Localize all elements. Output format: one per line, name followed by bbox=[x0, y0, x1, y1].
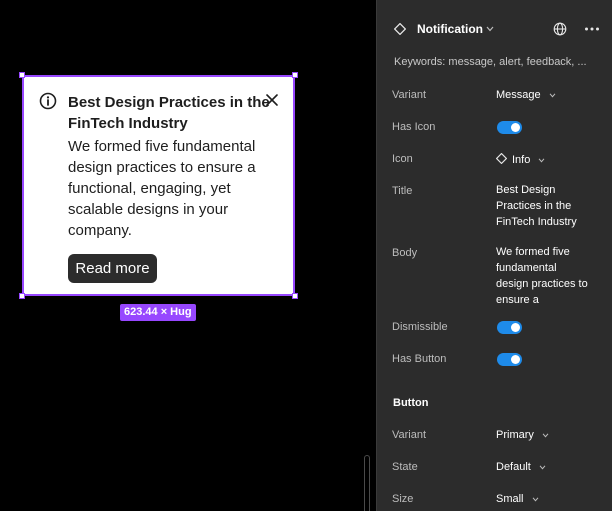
notification-body: We formed five fundamental design practi… bbox=[68, 138, 256, 239]
resize-handle-bottom-left[interactable] bbox=[19, 293, 25, 299]
title-value-field[interactable]: Best Design Practices in the FinTech Ind… bbox=[496, 182, 591, 230]
chevron-down-icon[interactable] bbox=[486, 26, 494, 32]
button-size-value: Small bbox=[496, 493, 524, 505]
chevron-down-icon bbox=[539, 465, 546, 470]
chevron-down-icon bbox=[549, 93, 556, 98]
chevron-down-icon bbox=[542, 433, 549, 438]
button-section-title: Button bbox=[393, 397, 429, 409]
component-instance-icon bbox=[495, 152, 508, 165]
variant-select[interactable]: Message bbox=[496, 89, 556, 101]
panel-divider bbox=[377, 379, 612, 380]
has-button-toggle[interactable] bbox=[497, 353, 522, 366]
has-icon-toggle[interactable] bbox=[497, 121, 522, 134]
resize-handle-top-left[interactable] bbox=[19, 72, 25, 78]
notification-card[interactable]: Best Design Practices in the FinTech Ind… bbox=[19, 72, 298, 299]
button-size-label: Size bbox=[392, 493, 414, 505]
variant-label: Variant bbox=[392, 89, 427, 101]
variant-value: Message bbox=[496, 89, 541, 101]
icon-value: Info bbox=[512, 154, 531, 166]
keywords-text: Keywords: message, alert, feedback, ... bbox=[394, 56, 587, 68]
info-icon bbox=[39, 92, 57, 110]
chevron-down-icon bbox=[532, 497, 538, 502]
resize-handle-bottom-right[interactable] bbox=[292, 293, 298, 299]
size-badge: 623.44 × Hug bbox=[120, 304, 196, 321]
button-variant-label: Variant bbox=[392, 429, 427, 441]
icon-label: Icon bbox=[392, 153, 413, 165]
title-label: Title bbox=[392, 185, 413, 197]
button-size-select[interactable]: Small bbox=[496, 493, 539, 505]
button-variant-value: Primary bbox=[496, 429, 534, 441]
properties-panel: Notification Keywords: message, alert, f… bbox=[376, 0, 612, 511]
more-options-icon[interactable] bbox=[584, 22, 600, 36]
globe-icon[interactable] bbox=[553, 22, 567, 36]
component-instance-icon bbox=[394, 23, 406, 35]
has-button-label: Has Button bbox=[392, 353, 447, 365]
button-state-value: Default bbox=[496, 461, 531, 473]
close-icon[interactable] bbox=[265, 93, 279, 107]
resize-handle-top-right[interactable] bbox=[292, 72, 298, 78]
body-value-field[interactable]: We formed five fundamental design practi… bbox=[496, 244, 591, 308]
dismissible-label: Dismissible bbox=[392, 321, 448, 333]
icon-select[interactable]: Info bbox=[495, 152, 545, 166]
design-canvas[interactable]: Best Design Practices in the FinTech Ind… bbox=[0, 0, 376, 511]
component-name[interactable]: Notification bbox=[417, 22, 483, 36]
dismissible-toggle[interactable] bbox=[497, 321, 522, 334]
has-icon-label: Has Icon bbox=[392, 121, 436, 133]
button-state-select[interactable]: Default bbox=[496, 461, 546, 473]
chevron-down-icon bbox=[539, 158, 545, 163]
canvas-scrollbar[interactable] bbox=[364, 455, 370, 511]
body-label: Body bbox=[392, 247, 418, 259]
button-state-label: State bbox=[392, 461, 418, 473]
button-variant-select[interactable]: Primary bbox=[496, 429, 549, 441]
notification-title: Best Design Practices in the FinTech Ind… bbox=[68, 94, 270, 132]
read-more-button[interactable]: Read more bbox=[68, 254, 157, 283]
